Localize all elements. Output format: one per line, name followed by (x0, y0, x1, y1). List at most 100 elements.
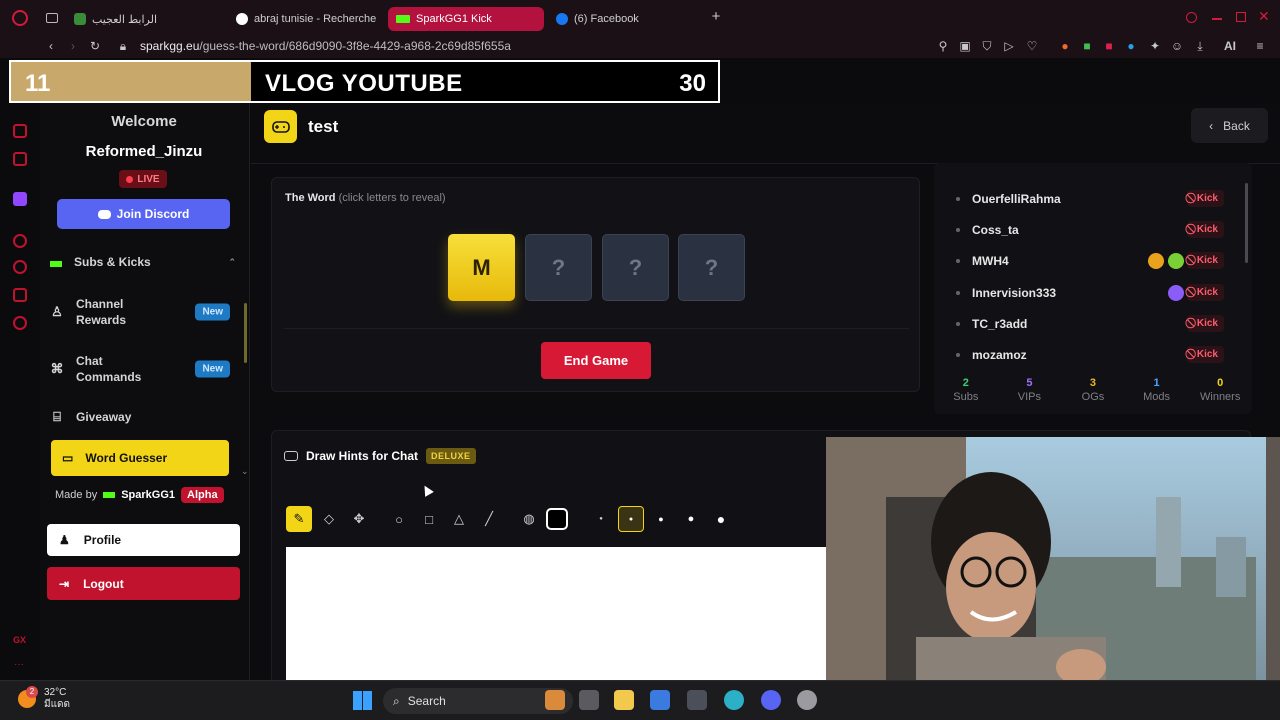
word-label: The Word (click letters to reveal) (285, 192, 446, 204)
menu-icon[interactable]: ≡ (1253, 39, 1267, 53)
chevron-up-icon[interactable]: ⌃ (228, 257, 236, 268)
color-swatch[interactable] (546, 508, 568, 530)
edge-icon[interactable] (724, 690, 744, 710)
letter-tile[interactable]: ? (525, 234, 592, 301)
sidebar-scrollbar[interactable] (244, 303, 247, 363)
end-game-button[interactable]: End Game (541, 342, 651, 379)
sidebar-item-chat-commands[interactable]: ⌘ Chat Commands New (50, 352, 230, 386)
brush-size-xl[interactable]: ● (708, 506, 734, 532)
kick-button[interactable]: ⃠Kick (1186, 252, 1224, 269)
widgets-icon[interactable] (545, 690, 565, 710)
page-title: test (308, 117, 339, 136)
extension-green-icon[interactable]: ■ (1080, 39, 1094, 53)
ai-icon[interactable]: AI (1216, 39, 1244, 53)
minimize-button[interactable] (1212, 18, 1222, 20)
windows-start-icon[interactable] (353, 691, 372, 710)
close-window-button[interactable]: ✕ (1258, 9, 1272, 23)
back-arrow-icon[interactable]: ‹ (44, 39, 58, 53)
history-icon[interactable] (13, 260, 27, 274)
more-dots-icon[interactable]: ··· (14, 659, 24, 670)
extension-blue-icon[interactable]: ● (1124, 39, 1138, 53)
brush-size-l[interactable]: ● (678, 506, 704, 532)
favicon-icon (74, 13, 86, 25)
gx-messenger-icon[interactable] (13, 152, 27, 166)
twitch-icon[interactable] (13, 192, 27, 206)
kick-button[interactable]: ⃠Kick (1186, 221, 1224, 238)
sidebar-item-giveaway[interactable]: ⌸ Giveaway (50, 409, 230, 425)
search-tabs-icon[interactable] (1186, 12, 1197, 23)
sidebar-item-subs-kicks[interactable]: Subs & Kicks ⌃ (50, 255, 236, 269)
extensions-icon[interactable] (13, 288, 27, 302)
tab-3-active[interactable]: SparkGG1 Kick (388, 7, 544, 31)
kick-button[interactable]: ⃠Kick (1186, 346, 1224, 363)
kick-button[interactable]: ⃠Kick (1186, 315, 1224, 332)
sidebar-item-label: Chat Commands (76, 354, 142, 384)
user-name: OuerfelliRahma (972, 191, 1061, 206)
play-icon[interactable]: ▷ (1002, 39, 1016, 53)
letter-tile[interactable]: ? (678, 234, 745, 301)
tab-list-icon[interactable] (46, 13, 58, 23)
user-name: MWH4 (972, 253, 1009, 268)
extension-red-icon[interactable]: ■ (1102, 39, 1116, 53)
maximize-button[interactable] (1236, 12, 1246, 22)
logout-button[interactable]: ⇥ Logout (47, 567, 240, 600)
tab-1[interactable]: الرابط العجيب (66, 7, 226, 31)
move-icon[interactable]: ✥ (346, 506, 372, 532)
task-view-icon[interactable] (579, 690, 599, 710)
url-field[interactable]: sparkgg.eu/guess-the-word/686d9090-3f8e-… (140, 39, 511, 53)
back-label: Back (1223, 118, 1250, 133)
stat-mods: 1 Mods (1125, 377, 1189, 414)
users-scrollbar[interactable] (1245, 183, 1248, 263)
pin-icon[interactable]: ⚲ (936, 39, 950, 53)
tab-4[interactable]: (6) Facebook (548, 7, 700, 31)
settings-icon[interactable] (797, 690, 817, 710)
palette-icon[interactable]: ◍ (516, 506, 542, 532)
file-explorer-icon[interactable] (614, 690, 634, 710)
brush-size-xs[interactable]: ● (588, 506, 614, 532)
right-score: 30 (679, 70, 706, 97)
shield-icon[interactable]: ⛉ (980, 39, 994, 53)
join-discord-button[interactable]: Join Discord (57, 199, 230, 229)
profile-button[interactable]: ♟ Profile (47, 524, 240, 556)
eraser-icon[interactable]: ◇ (316, 506, 342, 532)
store-icon[interactable] (650, 690, 670, 710)
drawing-canvas[interactable] (286, 547, 826, 687)
chevron-down-icon[interactable]: ⌄ (241, 466, 249, 477)
letter-tile[interactable]: M (448, 234, 515, 301)
square-icon[interactable]: □ (416, 506, 442, 532)
back-button[interactable]: ‹ Back (1191, 108, 1268, 143)
download-icon[interactable]: ⤓ (1193, 39, 1207, 53)
kick-button[interactable]: ⃠Kick (1186, 284, 1224, 301)
account-icon[interactable]: ☺ (1170, 39, 1184, 53)
circle-icon[interactable]: ○ (386, 506, 412, 532)
discord-taskbar-icon[interactable] (761, 690, 781, 710)
brush-size-s[interactable]: ● (618, 506, 644, 532)
opera-logo-icon[interactable] (12, 10, 28, 26)
user-stats: 2 Subs 5 VIPs 3 OGs 1 Mods 0 Winners (934, 377, 1252, 414)
gx-corner-icon[interactable] (13, 124, 27, 138)
tab-2[interactable]: abraj tunisie - Recherche (228, 7, 380, 31)
google-icon (236, 13, 248, 25)
sidebar-item-channel-rewards[interactable]: ♙ Channel Rewards New (50, 295, 230, 329)
snapshot-icon[interactable]: ▣ (958, 39, 972, 53)
letter-tile[interactable]: ? (602, 234, 669, 301)
forward-arrow-icon[interactable]: › (66, 39, 80, 53)
kick-button[interactable]: ⃠Kick (1186, 190, 1224, 207)
draw-title: Draw Hints for Chat (306, 449, 419, 463)
new-tab-button[interactable]: + (709, 9, 723, 24)
app-icon[interactable] (687, 690, 707, 710)
sidebar-item-word-guesser[interactable]: ▭ Word Guesser (51, 440, 229, 476)
extension-orange-icon[interactable]: ● (1058, 39, 1072, 53)
kick-label: Kick (1196, 193, 1218, 204)
brush-size-m[interactable]: ● (648, 506, 674, 532)
reload-icon[interactable]: ↻ (88, 39, 102, 53)
webcam-video (826, 437, 1280, 680)
triangle-icon[interactable]: △ (446, 506, 472, 532)
settings-gear-icon[interactable] (13, 316, 27, 330)
line-icon[interactable]: ╱ (476, 506, 502, 532)
pencil-icon[interactable]: ✎ (286, 506, 312, 532)
player-icon[interactable] (13, 234, 27, 248)
puzzle-icon[interactable]: ✦ (1148, 39, 1162, 53)
weather-widget[interactable]: 2 32°C มีแดด (18, 686, 70, 711)
heart-icon[interactable]: ♡ (1025, 39, 1039, 53)
